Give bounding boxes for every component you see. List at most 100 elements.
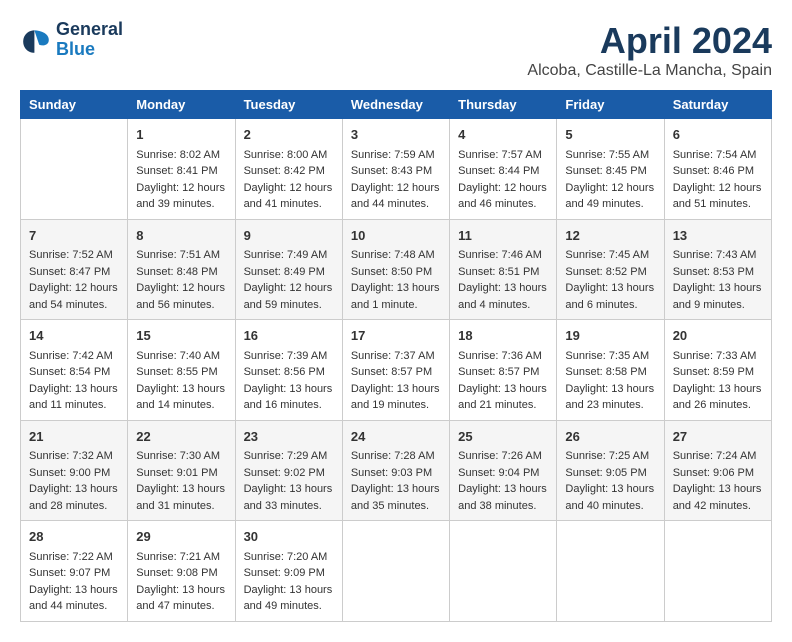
- day-number: 11: [458, 226, 548, 246]
- cell-content-line: Sunset: 8:44 PM: [458, 163, 548, 180]
- cell-content-line: Sunrise: 7:20 AM: [244, 549, 334, 566]
- cell-content-line: Sunrise: 7:25 AM: [565, 448, 655, 465]
- cell-content-line: Sunset: 8:46 PM: [673, 163, 763, 180]
- header-wednesday: Wednesday: [342, 91, 449, 119]
- cell-content-line: Daylight: 13 hours: [565, 481, 655, 498]
- cell-content-line: Daylight: 13 hours: [673, 381, 763, 398]
- cell-content-line: Sunset: 8:56 PM: [244, 364, 334, 381]
- cell-content-line: Sunrise: 8:02 AM: [136, 147, 226, 164]
- calendar-cell: 24Sunrise: 7:28 AMSunset: 9:03 PMDayligh…: [342, 420, 449, 521]
- day-number: 10: [351, 226, 441, 246]
- day-number: 17: [351, 326, 441, 346]
- day-number: 15: [136, 326, 226, 346]
- header-friday: Friday: [557, 91, 664, 119]
- cell-content-line: Sunrise: 7:35 AM: [565, 348, 655, 365]
- cell-content-line: Sunrise: 7:40 AM: [136, 348, 226, 365]
- cell-content-line: Sunset: 9:06 PM: [673, 465, 763, 482]
- cell-content-line: Daylight: 12 hours: [673, 180, 763, 197]
- calendar-cell: [450, 521, 557, 622]
- day-number: 9: [244, 226, 334, 246]
- cell-content-line: and 9 minutes.: [673, 297, 763, 314]
- cell-content-line: Daylight: 12 hours: [244, 280, 334, 297]
- calendar-cell: 15Sunrise: 7:40 AMSunset: 8:55 PMDayligh…: [128, 320, 235, 421]
- cell-content-line: Sunrise: 7:45 AM: [565, 247, 655, 264]
- cell-content-line: and 4 minutes.: [458, 297, 548, 314]
- cell-content-line: Daylight: 13 hours: [29, 481, 119, 498]
- cell-content-line: Sunset: 8:50 PM: [351, 264, 441, 281]
- cell-content-line: Daylight: 13 hours: [29, 582, 119, 599]
- cell-content-line: and 49 minutes.: [244, 598, 334, 615]
- cell-content-line: Sunrise: 8:00 AM: [244, 147, 334, 164]
- calendar-week-row: 14 Sunrise: 7:42 AMSunset: 8:54 PM Dayligh…: [21, 320, 772, 421]
- cell-content-line: Sunset: 8:58 PM: [565, 364, 655, 381]
- logo-text-line1: General: [56, 20, 123, 40]
- calendar-cell: 1Sunrise: 8:02 AMSunset: 8:41 PMDaylight…: [128, 119, 235, 220]
- day-number: 7: [29, 226, 119, 246]
- cell-content-line: Sunset: 9:07 PM: [29, 565, 119, 582]
- cell-content-line: Daylight: 13 hours: [136, 381, 226, 398]
- cell-content-line: Sunrise: 7:49 AM: [244, 247, 334, 264]
- cell-content-line: Sunset: 8:41 PM: [136, 163, 226, 180]
- day-number: 16: [244, 326, 334, 346]
- calendar-header-row: SundayMondayTuesdayWednesdayThursdayFrid…: [21, 91, 772, 119]
- cell-content-line: Sunrise: 7:24 AM: [673, 448, 763, 465]
- cell-content-line: Sunrise: 7:59 AM: [351, 147, 441, 164]
- cell-content-line: and 19 minutes.: [351, 397, 441, 414]
- calendar-week-row: 7Sunrise: 7:52 AMSunset: 8:47 PMDaylight…: [21, 219, 772, 320]
- cell-content-line: Sunrise: 7:21 AM: [136, 549, 226, 566]
- cell-content-line: and 23 minutes.: [565, 397, 655, 414]
- header-monday: Monday: [128, 91, 235, 119]
- day-number: 14: [29, 326, 119, 346]
- cell-content-line: Daylight: 12 hours: [136, 180, 226, 197]
- header-saturday: Saturday: [664, 91, 771, 119]
- day-number: 22: [136, 427, 226, 447]
- cell-content-line: Daylight: 13 hours: [244, 582, 334, 599]
- cell-content-line: Daylight: 13 hours: [565, 280, 655, 297]
- cell-content-line: and 1 minute.: [351, 297, 441, 314]
- cell-content-line: Daylight: 13 hours: [458, 481, 548, 498]
- day-number: 2: [244, 125, 334, 145]
- calendar-cell: 16Sunrise: 7:39 AMSunset: 8:56 PMDayligh…: [235, 320, 342, 421]
- day-number: 30: [244, 527, 334, 547]
- calendar-cell: 14Sunrise: 7:42 AMSunset: 8:54 PMDayligh…: [21, 320, 128, 421]
- calendar-cell: [21, 119, 128, 220]
- cell-content-line: and 31 minutes.: [136, 498, 226, 515]
- day-number: 29: [136, 527, 226, 547]
- day-number: 20: [673, 326, 763, 346]
- cell-content-line: and 42 minutes.: [673, 498, 763, 515]
- calendar-cell: 18Sunrise: 7:36 AMSunset: 8:57 PMDayligh…: [450, 320, 557, 421]
- cell-content-line: Sunset: 9:08 PM: [136, 565, 226, 582]
- cell-content-line: Sunrise: 7:46 AM: [458, 247, 548, 264]
- cell-content-line: Sunset: 8:45 PM: [565, 163, 655, 180]
- cell-content-line: Sunrise: 7:54 AM: [673, 147, 763, 164]
- cell-content-line: Daylight: 12 hours: [244, 180, 334, 197]
- cell-content-line: Daylight: 12 hours: [136, 280, 226, 297]
- cell-content-line: Sunset: 8:51 PM: [458, 264, 548, 281]
- cell-content-line: and 11 minutes.: [29, 397, 119, 414]
- cell-content-line: Sunset: 8:42 PM: [244, 163, 334, 180]
- cell-content-line: Sunset: 8:54 PM: [29, 364, 119, 381]
- cell-content-line: Daylight: 13 hours: [351, 481, 441, 498]
- cell-content-line: and 26 minutes.: [673, 397, 763, 414]
- cell-content-line: Daylight: 12 hours: [351, 180, 441, 197]
- cell-content-line: and 28 minutes.: [29, 498, 119, 515]
- cell-content-line: and 40 minutes.: [565, 498, 655, 515]
- cell-content-line: and 35 minutes.: [351, 498, 441, 515]
- day-number: 4: [458, 125, 548, 145]
- cell-content-line: Daylight: 13 hours: [458, 381, 548, 398]
- calendar-cell: [557, 521, 664, 622]
- cell-content-line: Sunset: 9:03 PM: [351, 465, 441, 482]
- month-title: April 2024: [527, 20, 772, 62]
- calendar-cell: 25Sunrise: 7:26 AMSunset: 9:04 PMDayligh…: [450, 420, 557, 521]
- day-number: 5: [565, 125, 655, 145]
- day-number: 27: [673, 427, 763, 447]
- cell-content-line: and 49 minutes.: [565, 196, 655, 213]
- cell-content-line: Sunrise: 7:42 AM: [29, 348, 119, 365]
- cell-content-line: Sunset: 9:00 PM: [29, 465, 119, 482]
- calendar-week-row: 28Sunrise: 7:22 AMSunset: 9:07 PMDayligh…: [21, 521, 772, 622]
- cell-content-line: Sunrise: 7:26 AM: [458, 448, 548, 465]
- cell-content-line: Sunset: 8:57 PM: [351, 364, 441, 381]
- cell-content-line: Daylight: 13 hours: [351, 280, 441, 297]
- calendar-week-row: 1Sunrise: 8:02 AMSunset: 8:41 PMDaylight…: [21, 119, 772, 220]
- cell-content-line: Sunset: 9:02 PM: [244, 465, 334, 482]
